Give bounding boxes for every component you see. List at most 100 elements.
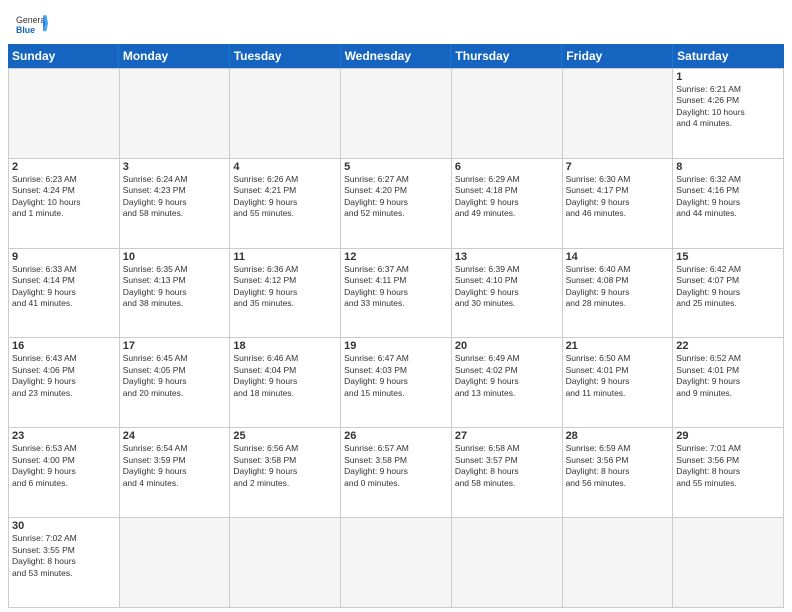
day-info: Sunrise: 6:30 AM Sunset: 4:17 PM Dayligh… <box>566 174 670 220</box>
day-number: 3 <box>123 161 227 173</box>
calendar-grid: 1Sunrise: 6:21 AM Sunset: 4:26 PM Daylig… <box>8 68 784 608</box>
day-info: Sunrise: 6:23 AM Sunset: 4:24 PM Dayligh… <box>12 174 116 220</box>
day-cell-2: 2Sunrise: 6:23 AM Sunset: 4:24 PM Daylig… <box>9 159 120 249</box>
day-number: 1 <box>676 71 780 83</box>
day-cell-30: 30Sunrise: 7:02 AM Sunset: 3:55 PM Dayli… <box>9 518 120 608</box>
day-cell-empty <box>120 69 231 159</box>
day-info: Sunrise: 6:57 AM Sunset: 3:58 PM Dayligh… <box>344 443 448 489</box>
day-number: 24 <box>123 430 227 442</box>
day-number: 14 <box>566 251 670 263</box>
day-cell-16: 16Sunrise: 6:43 AM Sunset: 4:06 PM Dayli… <box>9 338 120 428</box>
day-cell-6: 6Sunrise: 6:29 AM Sunset: 4:18 PM Daylig… <box>452 159 563 249</box>
svg-text:Blue: Blue <box>16 25 35 35</box>
day-cell-8: 8Sunrise: 6:32 AM Sunset: 4:16 PM Daylig… <box>673 159 784 249</box>
day-number: 19 <box>344 340 448 352</box>
day-info: Sunrise: 6:46 AM Sunset: 4:04 PM Dayligh… <box>233 353 337 399</box>
day-cell-27: 27Sunrise: 6:58 AM Sunset: 3:57 PM Dayli… <box>452 428 563 518</box>
day-number: 12 <box>344 251 448 263</box>
day-number: 4 <box>233 161 337 173</box>
day-info: Sunrise: 6:43 AM Sunset: 4:06 PM Dayligh… <box>12 353 116 399</box>
day-cell-25: 25Sunrise: 6:56 AM Sunset: 3:58 PM Dayli… <box>230 428 341 518</box>
day-number: 26 <box>344 430 448 442</box>
day-header-saturday: Saturday <box>673 44 784 68</box>
day-cell-10: 10Sunrise: 6:35 AM Sunset: 4:13 PM Dayli… <box>120 249 231 339</box>
day-number: 28 <box>566 430 670 442</box>
day-cell-21: 21Sunrise: 6:50 AM Sunset: 4:01 PM Dayli… <box>563 338 674 428</box>
day-number: 9 <box>12 251 116 263</box>
day-cell-empty <box>563 69 674 159</box>
day-number: 13 <box>455 251 559 263</box>
day-header-thursday: Thursday <box>451 44 562 68</box>
day-cell-22: 22Sunrise: 6:52 AM Sunset: 4:01 PM Dayli… <box>673 338 784 428</box>
day-cell-9: 9Sunrise: 6:33 AM Sunset: 4:14 PM Daylig… <box>9 249 120 339</box>
day-number: 22 <box>676 340 780 352</box>
day-number: 17 <box>123 340 227 352</box>
logo-area: General Blue <box>16 12 48 36</box>
day-number: 16 <box>12 340 116 352</box>
day-cell-14: 14Sunrise: 6:40 AM Sunset: 4:08 PM Dayli… <box>563 249 674 339</box>
day-info: Sunrise: 6:40 AM Sunset: 4:08 PM Dayligh… <box>566 264 670 310</box>
day-header-sunday: Sunday <box>8 44 119 68</box>
day-number: 23 <box>12 430 116 442</box>
day-number: 10 <box>123 251 227 263</box>
day-info: Sunrise: 6:32 AM Sunset: 4:16 PM Dayligh… <box>676 174 780 220</box>
day-number: 29 <box>676 430 780 442</box>
day-number: 27 <box>455 430 559 442</box>
day-number: 11 <box>233 251 337 263</box>
day-info: Sunrise: 6:29 AM Sunset: 4:18 PM Dayligh… <box>455 174 559 220</box>
day-cell-19: 19Sunrise: 6:47 AM Sunset: 4:03 PM Dayli… <box>341 338 452 428</box>
day-info: Sunrise: 6:24 AM Sunset: 4:23 PM Dayligh… <box>123 174 227 220</box>
day-info: Sunrise: 6:53 AM Sunset: 4:00 PM Dayligh… <box>12 443 116 489</box>
day-info: Sunrise: 7:01 AM Sunset: 3:56 PM Dayligh… <box>676 443 780 489</box>
day-cell-18: 18Sunrise: 6:46 AM Sunset: 4:04 PM Dayli… <box>230 338 341 428</box>
day-number: 15 <box>676 251 780 263</box>
day-number: 8 <box>676 161 780 173</box>
day-cell-empty <box>230 518 341 608</box>
day-info: Sunrise: 6:58 AM Sunset: 3:57 PM Dayligh… <box>455 443 559 489</box>
day-info: Sunrise: 6:50 AM Sunset: 4:01 PM Dayligh… <box>566 353 670 399</box>
svg-text:General: General <box>16 15 47 25</box>
day-info: Sunrise: 6:39 AM Sunset: 4:10 PM Dayligh… <box>455 264 559 310</box>
day-info: Sunrise: 6:59 AM Sunset: 3:56 PM Dayligh… <box>566 443 670 489</box>
page: General Blue SundayMondayTuesdayWednesda… <box>0 0 792 612</box>
day-cell-empty <box>341 69 452 159</box>
day-info: Sunrise: 6:26 AM Sunset: 4:21 PM Dayligh… <box>233 174 337 220</box>
day-info: Sunrise: 6:56 AM Sunset: 3:58 PM Dayligh… <box>233 443 337 489</box>
day-info: Sunrise: 6:52 AM Sunset: 4:01 PM Dayligh… <box>676 353 780 399</box>
day-header-monday: Monday <box>119 44 230 68</box>
day-cell-12: 12Sunrise: 6:37 AM Sunset: 4:11 PM Dayli… <box>341 249 452 339</box>
day-info: Sunrise: 6:37 AM Sunset: 4:11 PM Dayligh… <box>344 264 448 310</box>
day-info: Sunrise: 6:45 AM Sunset: 4:05 PM Dayligh… <box>123 353 227 399</box>
day-number: 7 <box>566 161 670 173</box>
day-header-friday: Friday <box>562 44 673 68</box>
day-cell-29: 29Sunrise: 7:01 AM Sunset: 3:56 PM Dayli… <box>673 428 784 518</box>
day-number: 20 <box>455 340 559 352</box>
day-cell-empty <box>452 518 563 608</box>
header: General Blue <box>0 0 792 44</box>
day-cell-empty <box>9 69 120 159</box>
day-cell-empty <box>120 518 231 608</box>
day-cell-empty <box>452 69 563 159</box>
day-number: 6 <box>455 161 559 173</box>
day-header-wednesday: Wednesday <box>341 44 452 68</box>
day-cell-26: 26Sunrise: 6:57 AM Sunset: 3:58 PM Dayli… <box>341 428 452 518</box>
day-cell-23: 23Sunrise: 6:53 AM Sunset: 4:00 PM Dayli… <box>9 428 120 518</box>
day-number: 18 <box>233 340 337 352</box>
day-info: Sunrise: 6:35 AM Sunset: 4:13 PM Dayligh… <box>123 264 227 310</box>
day-number: 5 <box>344 161 448 173</box>
day-number: 25 <box>233 430 337 442</box>
day-info: Sunrise: 6:36 AM Sunset: 4:12 PM Dayligh… <box>233 264 337 310</box>
day-info: Sunrise: 6:47 AM Sunset: 4:03 PM Dayligh… <box>344 353 448 399</box>
day-cell-13: 13Sunrise: 6:39 AM Sunset: 4:10 PM Dayli… <box>452 249 563 339</box>
day-cell-4: 4Sunrise: 6:26 AM Sunset: 4:21 PM Daylig… <box>230 159 341 249</box>
day-headers: SundayMondayTuesdayWednesdayThursdayFrid… <box>8 44 784 68</box>
day-info: Sunrise: 6:54 AM Sunset: 3:59 PM Dayligh… <box>123 443 227 489</box>
day-cell-1: 1Sunrise: 6:21 AM Sunset: 4:26 PM Daylig… <box>673 69 784 159</box>
generalblue-logo-icon: General Blue <box>16 12 48 36</box>
day-cell-empty <box>563 518 674 608</box>
day-cell-empty <box>230 69 341 159</box>
day-cell-15: 15Sunrise: 6:42 AM Sunset: 4:07 PM Dayli… <box>673 249 784 339</box>
day-info: Sunrise: 6:49 AM Sunset: 4:02 PM Dayligh… <box>455 353 559 399</box>
day-info: Sunrise: 6:33 AM Sunset: 4:14 PM Dayligh… <box>12 264 116 310</box>
day-number: 2 <box>12 161 116 173</box>
